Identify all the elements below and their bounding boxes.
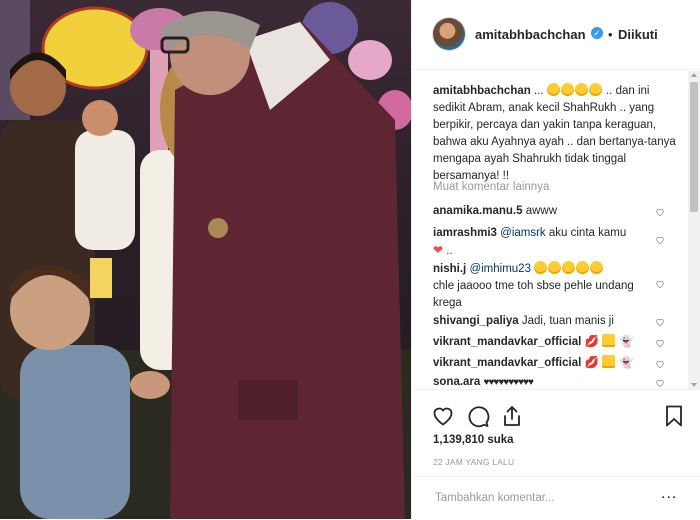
lips-emoji-icon: 💋 [584, 357, 599, 369]
post-photo[interactable] [0, 0, 411, 519]
comment-like-heart-icon[interactable] [655, 235, 665, 245]
add-comment-bar: ... [412, 476, 700, 520]
header-separator: • [608, 27, 613, 42]
comment-like-heart-icon[interactable] [655, 317, 665, 327]
box-emoji-icon [602, 355, 616, 369]
post-timestamp[interactable]: 22 JAM YANG LALU [433, 457, 514, 467]
red-heart-emoji-icon: ❤ [433, 243, 444, 257]
scroll-down-arrow-icon[interactable] [691, 383, 697, 387]
comments-list: amitabhbachchan ... .. dan ini sedikit A… [412, 71, 700, 389]
comment-item: vikrant_mandavkar_official 💋 👻 [433, 334, 663, 351]
comment-username[interactable]: sona.ara [433, 376, 480, 388]
heart-icon[interactable] [431, 404, 455, 428]
comment-text: Jadi, tuan manis ji [521, 315, 614, 327]
avatar[interactable] [433, 18, 465, 50]
more-options-icon[interactable]: ... [661, 485, 677, 503]
ghost-emoji-icon: 👻 [619, 357, 634, 369]
comment-text: awww [525, 205, 557, 217]
comment-like-heart-icon[interactable] [655, 279, 665, 289]
like-count[interactable]: 1,139,810 suka [433, 434, 514, 446]
bookmark-icon[interactable] [662, 404, 686, 428]
comment-text: chle jaaooo tme toh sbse pehle undang kr… [433, 280, 634, 309]
instagram-post: amitabhbachchan ✓ • Diikuti amitabhbachc… [0, 0, 700, 519]
comment-like-heart-icon[interactable] [655, 378, 665, 388]
lips-emoji-icon: 💋 [584, 336, 599, 348]
post-caption: amitabhbachchan ... .. dan ini sedikit A… [433, 83, 683, 185]
laughing-emoji-icon [546, 83, 603, 97]
comment-item: vikrant_mandavkar_official 💋 👻 [433, 355, 663, 372]
comment-item: shivangi_paliya Jadi, tuan manis ji [433, 313, 663, 330]
comment-item: sona.ara ♥♥♥♥♥♥♥♥♥♥ [433, 374, 663, 389]
comment-like-heart-icon[interactable] [655, 207, 665, 217]
post-header: amitabhbachchan ✓ • Diikuti [412, 0, 700, 70]
comment-text: aku cinta kamu [548, 227, 627, 239]
comment-username[interactable]: vikrant_mandavkar_official [433, 357, 581, 369]
ghost-emoji-icon: 👻 [619, 336, 634, 348]
comment-like-heart-icon[interactable] [655, 338, 665, 348]
comment-like-heart-icon[interactable] [655, 359, 665, 369]
laughing-emoji-icon [534, 261, 604, 275]
verified-icon: ✓ [591, 27, 603, 39]
comment-username[interactable]: nishi.j [433, 263, 466, 275]
comment-username[interactable]: shivangi_paliya [433, 315, 519, 327]
comment-username[interactable]: anamika.manu.5 [433, 205, 522, 217]
comment-item: nishi.j @imhimu23 chle jaaooo tme toh sb… [433, 261, 663, 312]
box-emoji-icon [602, 334, 616, 348]
comment-text: ♥♥♥♥♥♥♥♥♥♥ [483, 377, 534, 388]
scrollbar-thumb[interactable] [690, 82, 698, 212]
caption-username[interactable]: amitabhbachchan [433, 85, 531, 97]
comment-item: iamrashmi3 @iamsrk aku cinta kamu ❤ .. [433, 225, 663, 260]
load-more-comments-link[interactable]: Muat komentar lainnya [433, 181, 549, 193]
add-comment-input[interactable] [433, 491, 647, 505]
comment-mention[interactable]: @iamsrk [500, 227, 546, 239]
comment-icon[interactable] [466, 404, 490, 428]
photo-illustration [0, 0, 411, 519]
follow-status-button[interactable]: Diikuti [618, 27, 658, 42]
comment-item: anamika.manu.5 awww [433, 203, 663, 220]
caption-text: .. dan ini sedikit Abram, anak kecil Sha… [433, 85, 676, 182]
comment-username[interactable]: iamrashmi3 [433, 227, 497, 239]
comment-mention[interactable]: @imhimu23 [469, 263, 531, 275]
comment-text-tail: .. [446, 245, 453, 257]
post-side-panel: amitabhbachchan ✓ • Diikuti amitabhbachc… [411, 0, 700, 519]
scroll-up-arrow-icon[interactable] [691, 73, 697, 77]
post-actions: 1,139,810 suka 22 JAM YANG LALU ... [412, 389, 700, 519]
header-username[interactable]: amitabhbachchan [475, 27, 586, 42]
share-icon[interactable] [500, 404, 524, 428]
comment-username[interactable]: vikrant_mandavkar_official [433, 336, 581, 348]
caption-lead: ... [533, 85, 544, 97]
